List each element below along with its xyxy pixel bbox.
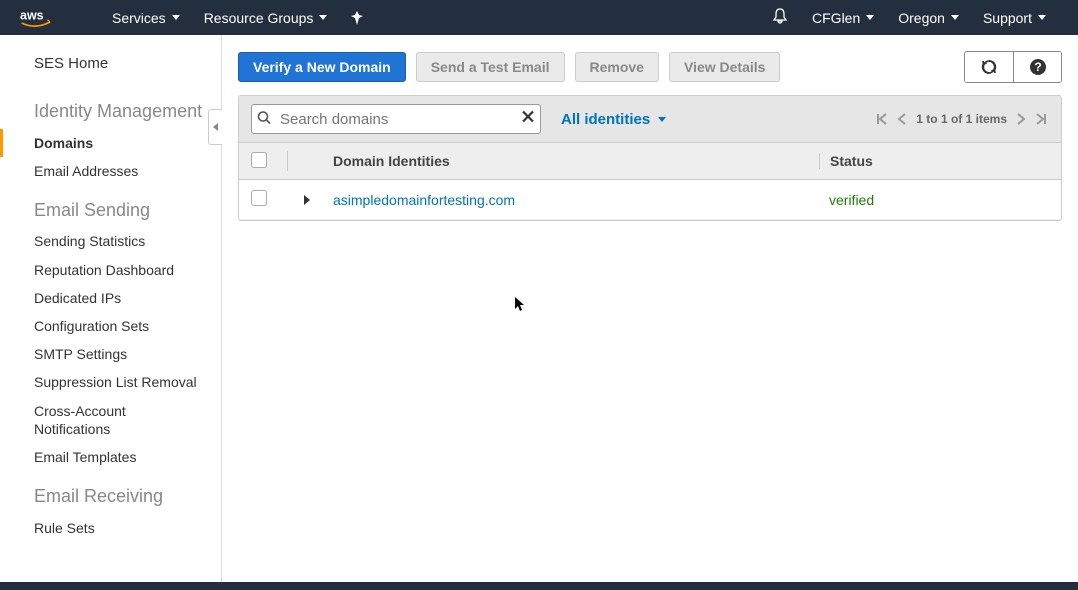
panel-header: All identities 1 to 1 of 1 items [239, 96, 1061, 143]
search-icon [257, 111, 271, 128]
chevron-down-icon [319, 15, 327, 20]
table-row: asimpledomainfortesting.com verified [239, 180, 1061, 220]
refresh-icon [980, 58, 998, 76]
chevron-down-icon [951, 15, 959, 20]
verify-domain-button[interactable]: Verify a New Domain [238, 52, 406, 82]
aws-logo[interactable]: aws [20, 8, 70, 28]
remove-button[interactable]: Remove [575, 52, 659, 82]
sidebar-item-suppression[interactable]: Suppression List Removal [0, 368, 221, 396]
help-icon: ? [1029, 58, 1047, 76]
expand-row-button[interactable] [304, 195, 310, 205]
support-label: Support [983, 10, 1032, 26]
account-label: CFGlen [812, 10, 860, 26]
toolbar-icon-group: ? [964, 51, 1062, 83]
notifications-button[interactable] [760, 8, 800, 27]
pager-next-button[interactable] [1015, 112, 1027, 126]
bell-icon [772, 8, 788, 24]
clear-search-button[interactable] [521, 110, 535, 129]
chevron-left-icon [213, 123, 218, 131]
toolbar: Verify a New Domain Send a Test Email Re… [238, 51, 1062, 83]
resource-groups-label: Resource Groups [204, 10, 314, 26]
status-value: verified [819, 192, 1049, 208]
svg-text:aws: aws [20, 8, 44, 22]
services-menu[interactable]: Services [100, 0, 192, 35]
pin-shortcut[interactable] [339, 0, 375, 35]
domain-link[interactable]: asimpledomainfortesting.com [333, 192, 515, 208]
region-label: Oregon [898, 10, 945, 26]
sidebar-item-templates[interactable]: Email Templates [0, 443, 221, 471]
sidebar: SES Home Identity Management Domains Ema… [0, 35, 222, 590]
search-wrap [251, 104, 541, 134]
sidebar-section-receiving: Email Receiving [0, 471, 221, 514]
row-checkbox[interactable] [251, 190, 267, 206]
main-content: Verify a New Domain Send a Test Email Re… [222, 35, 1078, 590]
chevron-down-icon [172, 15, 180, 20]
account-menu[interactable]: CFGlen [800, 0, 886, 35]
sidebar-item-config-sets[interactable]: Configuration Sets [0, 312, 221, 340]
footer-bar [0, 582, 1078, 590]
chevron-down-icon [866, 15, 874, 20]
send-test-button[interactable]: Send a Test Email [416, 52, 565, 82]
pager-last-button[interactable] [1035, 112, 1049, 126]
chevron-down-icon [658, 117, 666, 122]
resource-groups-menu[interactable]: Resource Groups [192, 0, 340, 35]
column-status[interactable]: Status [819, 153, 1049, 169]
page-last-icon [1035, 112, 1049, 126]
domains-panel: All identities 1 to 1 of 1 items [238, 95, 1062, 221]
identity-filter-label: All identities [561, 111, 650, 128]
support-menu[interactable]: Support [971, 0, 1058, 35]
help-button[interactable]: ? [1013, 52, 1061, 82]
chevron-down-icon [1038, 15, 1046, 20]
sidebar-item-email-addresses[interactable]: Email Addresses [0, 157, 221, 185]
services-label: Services [112, 10, 166, 26]
sidebar-home[interactable]: SES Home [0, 49, 221, 86]
chevron-right-icon [1015, 112, 1027, 126]
top-nav: aws Services Resource Groups CFGlen Oreg… [0, 0, 1078, 35]
sidebar-item-smtp[interactable]: SMTP Settings [0, 340, 221, 368]
search-input[interactable] [251, 104, 541, 134]
close-icon [521, 110, 535, 124]
sidebar-section-identity: Identity Management [0, 86, 221, 129]
identity-filter-dropdown[interactable]: All identities [561, 111, 666, 128]
sidebar-section-sending: Email Sending [0, 185, 221, 228]
chevron-left-icon [896, 112, 908, 126]
sidebar-item-dedicated-ips[interactable]: Dedicated IPs [0, 284, 221, 312]
sidebar-item-domains[interactable]: Domains [0, 129, 221, 157]
pager-first-button[interactable] [874, 112, 888, 126]
sidebar-collapse-handle[interactable] [208, 109, 222, 145]
select-all-checkbox[interactable] [251, 152, 267, 168]
svg-text:?: ? [1034, 60, 1041, 74]
sidebar-item-cross-account[interactable]: Cross-Account Notifications [0, 397, 221, 443]
sidebar-item-rule-sets[interactable]: Rule Sets [0, 514, 221, 542]
pager-range: 1 to 1 of 1 items [916, 112, 1007, 126]
table-header: Domain Identities Status [239, 143, 1061, 180]
page-first-icon [874, 112, 888, 126]
view-details-button[interactable]: View Details [669, 52, 780, 82]
pin-icon [351, 11, 363, 25]
pager: 1 to 1 of 1 items [874, 112, 1049, 126]
sidebar-item-reputation[interactable]: Reputation Dashboard [0, 256, 221, 284]
column-domain[interactable]: Domain Identities [327, 153, 819, 169]
refresh-button[interactable] [965, 52, 1013, 82]
region-menu[interactable]: Oregon [886, 0, 971, 35]
pager-prev-button[interactable] [896, 112, 908, 126]
sidebar-item-sending-stats[interactable]: Sending Statistics [0, 227, 221, 255]
